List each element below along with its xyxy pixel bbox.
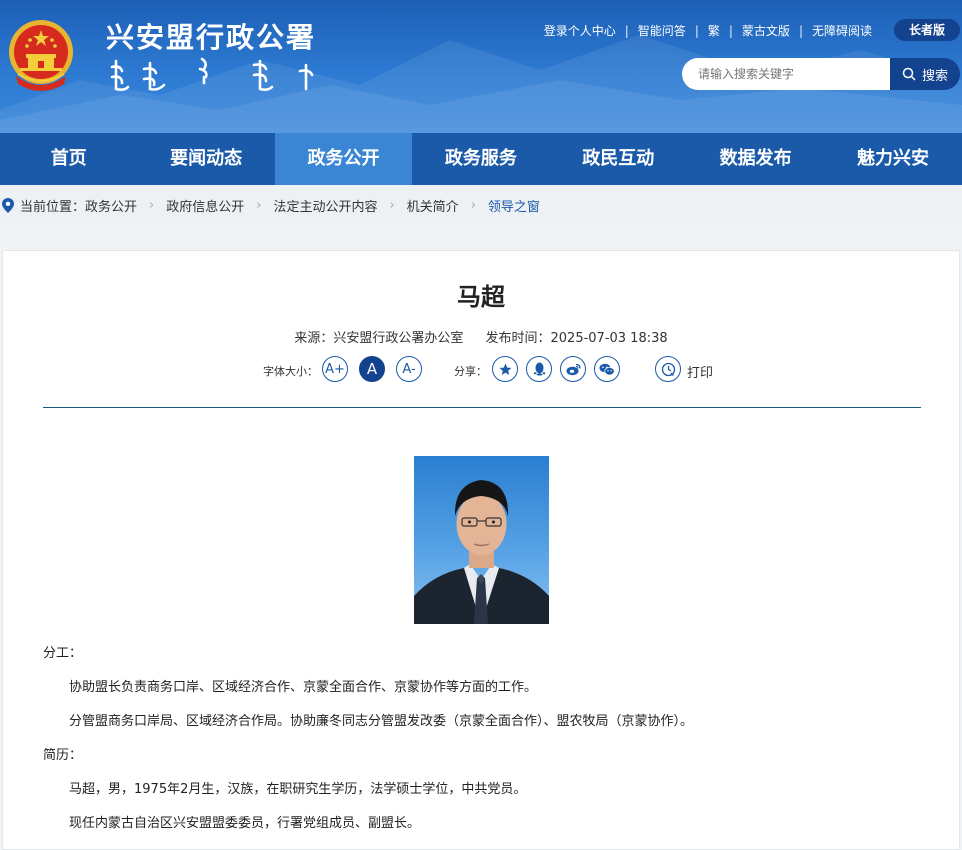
font-increase-button[interactable]: A+ xyxy=(322,356,348,382)
article-date: 发布时间：2025-07-03 18:38 xyxy=(485,331,668,346)
accessibility-link[interactable]: 无障碍阅读 xyxy=(812,22,872,39)
chevron-right-icon: › xyxy=(389,197,395,213)
chevron-right-icon: › xyxy=(149,197,155,213)
qq-penguin-icon xyxy=(533,362,545,376)
resume-paragraph: 现任内蒙古自治区兴安盟盟委委员，行署党组成员、副盟长。 xyxy=(69,816,421,831)
font-default-button[interactable]: A xyxy=(359,356,385,382)
print-button[interactable] xyxy=(655,356,681,382)
print-label[interactable]: 打印 xyxy=(687,362,713,381)
section-heading-resume: 简历： xyxy=(43,748,83,763)
breadcrumb-item[interactable]: 法定主动公开内容 xyxy=(273,196,377,215)
breadcrumb-item[interactable]: 政务公开 xyxy=(85,196,137,215)
separator: | xyxy=(694,23,699,38)
print-icon xyxy=(661,362,675,376)
location-pin-icon xyxy=(2,197,14,213)
breadcrumb-current[interactable]: 领导之窗 xyxy=(488,196,540,215)
resume-paragraph: 马超，男，1975年2月生，汉族，在职研究生学历，法学硕士学位，中共党员。 xyxy=(69,782,527,797)
chevron-right-icon: › xyxy=(470,197,476,213)
main-nav: 首页 要闻动态 政务公开 政务服务 政民互动 数据发布 魅力兴安 xyxy=(0,133,962,185)
breadcrumb-item[interactable]: 政府信息公开 xyxy=(166,196,244,215)
star-icon xyxy=(499,363,511,375)
nav-gov-affairs[interactable]: 政务公开 xyxy=(274,133,413,185)
article-container: 马超 来源：兴安盟行政公署办公室 发布时间：2025-07-03 18:38 字… xyxy=(2,250,960,850)
section-heading-duty: 分工： xyxy=(43,646,83,661)
article-source: 来源：兴安盟行政公署办公室 xyxy=(294,331,464,346)
site-title[interactable]: 兴安盟行政公署 xyxy=(106,16,316,56)
login-link[interactable]: 登录个人中心 xyxy=(544,22,616,39)
font-decrease-button[interactable]: A- xyxy=(396,356,422,382)
duty-paragraph: 协助盟长负责商务口岸、区域经济合作、京蒙全面合作、京蒙协作等方面的工作。 xyxy=(69,680,538,695)
breadcrumb: 当前位置： 政务公开 › 政府信息公开 › 法定主动公开内容 › 机关简介 › … xyxy=(0,185,962,225)
share-favorite-button[interactable] xyxy=(492,356,518,382)
nav-gov-services[interactable]: 政务服务 xyxy=(412,133,549,185)
article-tools: 字体大小： A+ A A- 分享： 打印 xyxy=(3,354,959,384)
article-meta: 来源：兴安盟行政公署办公室 发布时间：2025-07-03 18:38 xyxy=(3,327,959,346)
article-title: 马超 xyxy=(457,283,505,311)
search-input[interactable] xyxy=(682,58,890,90)
share-wechat-button[interactable] xyxy=(594,356,620,382)
separator: | xyxy=(798,23,803,38)
smart-qa-link[interactable]: 智能问答 xyxy=(638,22,686,39)
share-label: 分享： xyxy=(454,365,487,378)
national-emblem-icon xyxy=(9,20,73,91)
search-bar: 搜索 xyxy=(682,58,960,90)
separator: | xyxy=(728,23,733,38)
breadcrumb-item[interactable]: 机关简介 xyxy=(407,196,459,215)
site-header: 兴安盟行政公署 登录个人中心 | 智能问答 | 繁 | 蒙古文版 | 无障碍阅读… xyxy=(0,0,962,133)
top-links: 登录个人中心 | 智能问答 | 繁 | 蒙古文版 | 无障碍阅读 xyxy=(544,22,872,39)
mongolian-version-link[interactable]: 蒙古文版 xyxy=(742,22,790,39)
chevron-right-icon: › xyxy=(256,197,262,213)
wechat-icon xyxy=(599,363,615,375)
mongolian-script-logo xyxy=(110,57,314,91)
duty-paragraph: 分管盟商务口岸局、区域经济合作局。协助廉冬同志分管盟发改委（京蒙全面合作）、盟农… xyxy=(69,714,694,729)
nav-interaction[interactable]: 政民互动 xyxy=(550,133,687,185)
traditional-chinese-link[interactable]: 繁 xyxy=(708,22,720,39)
article-body: 分工： 协助盟长负责商务口岸、区域经济合作、京蒙全面合作、京蒙协作等方面的工作。… xyxy=(43,637,923,841)
weibo-icon xyxy=(566,363,581,375)
search-button-label: 搜索 xyxy=(921,68,948,84)
breadcrumb-label: 当前位置： xyxy=(20,199,86,215)
elder-mode-button[interactable]: 长者版 xyxy=(894,19,960,41)
share-qq-button[interactable] xyxy=(526,356,552,382)
font-size-label: 字体大小： xyxy=(263,365,318,378)
nav-data[interactable]: 数据发布 xyxy=(687,133,824,185)
share-weibo-button[interactable] xyxy=(560,356,586,382)
search-icon xyxy=(902,67,916,81)
search-button[interactable]: 搜索 xyxy=(890,58,960,90)
nav-charm-xingan[interactable]: 魅力兴安 xyxy=(824,133,961,185)
divider xyxy=(43,407,921,408)
separator: | xyxy=(624,23,629,38)
nav-home[interactable]: 首页 xyxy=(0,133,137,185)
nav-news[interactable]: 要闻动态 xyxy=(137,133,274,185)
leader-portrait xyxy=(414,456,549,624)
